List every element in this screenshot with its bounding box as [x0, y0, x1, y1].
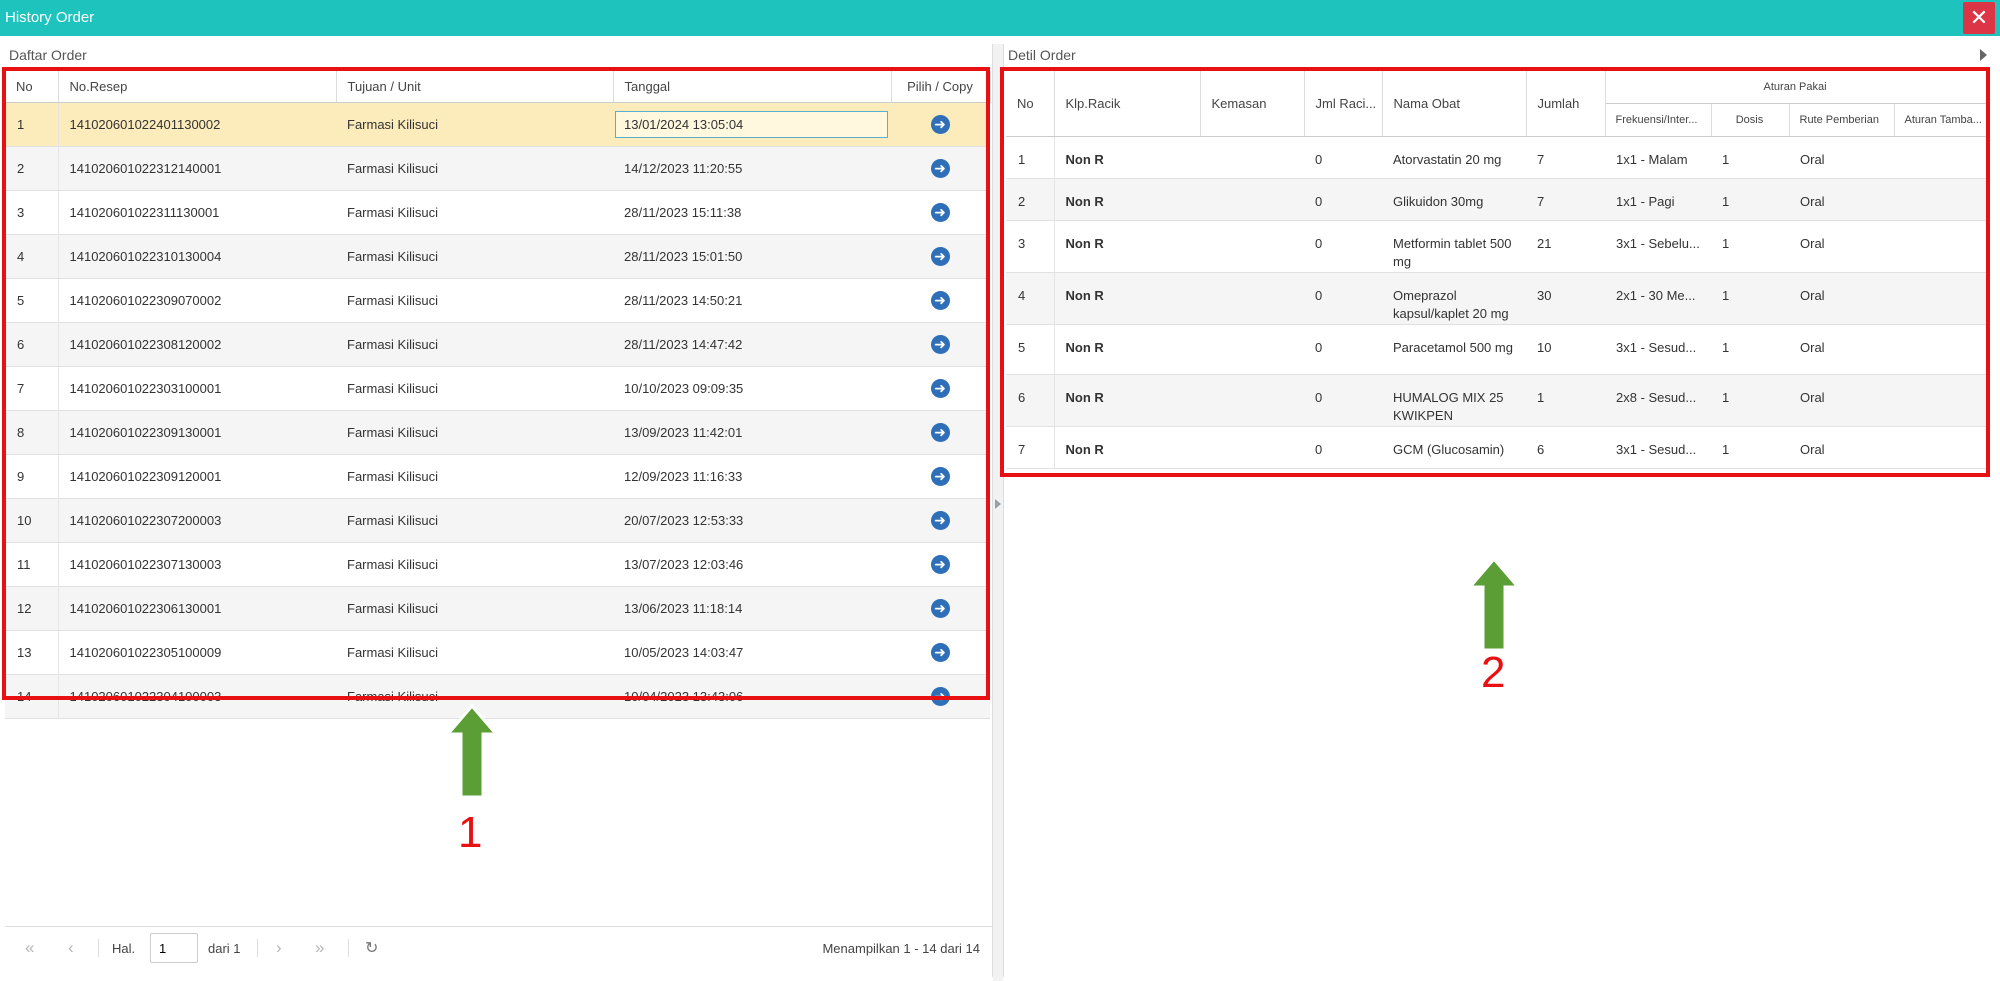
window-title: History Order	[5, 9, 95, 26]
green-arrow-1	[446, 704, 498, 799]
window-title-bar: History Order ✕	[0, 0, 2000, 36]
separator	[257, 939, 258, 957]
page-label: Hal.	[112, 941, 136, 956]
pagination-bar: « ‹ Hal. dari 1 › » ↻ Menampilkan 1 - 14…	[5, 926, 992, 971]
highlight-box-1	[2, 67, 990, 700]
refresh-icon[interactable]: ↻	[365, 938, 378, 958]
page-number-input[interactable]	[150, 933, 198, 963]
last-page-icon[interactable]: »	[315, 938, 324, 958]
next-page-icon[interactable]: ›	[276, 938, 282, 958]
pagination-info: Menampilkan 1 - 14 dari 14	[822, 941, 980, 956]
previous-page-icon[interactable]: ‹	[68, 938, 74, 958]
detil-order-title: Detil Order	[1008, 47, 1076, 63]
separator	[98, 939, 99, 957]
annotation-label-1: 1	[458, 808, 483, 857]
splitter-arrow-icon[interactable]	[995, 499, 1001, 509]
separator	[348, 939, 349, 957]
highlight-box-2	[1000, 67, 1990, 477]
first-page-icon[interactable]: «	[25, 938, 34, 958]
daftar-order-title: Daftar Order	[9, 47, 87, 63]
collapse-panel-icon[interactable]	[1980, 49, 1987, 61]
close-icon[interactable]: ✕	[1963, 2, 1995, 34]
annotation-label-2: 2	[1481, 648, 1506, 697]
page-total-label: dari 1	[208, 941, 241, 956]
green-arrow-2	[1468, 557, 1520, 652]
